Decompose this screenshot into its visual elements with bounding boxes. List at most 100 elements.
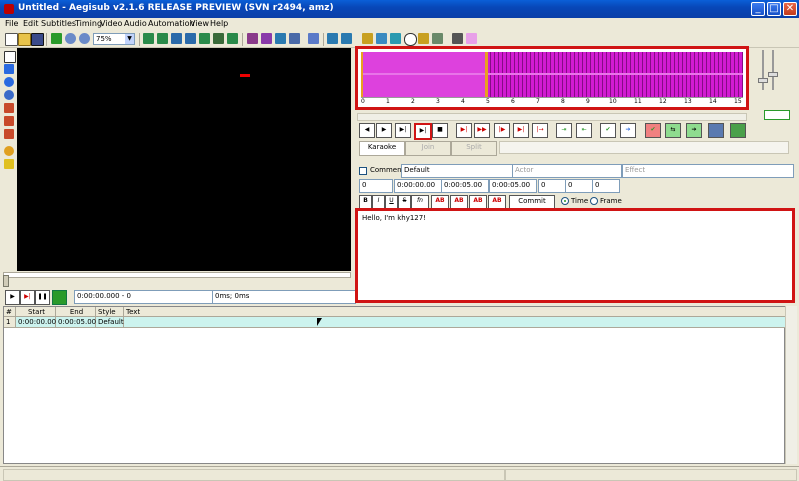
- volume-thumb[interactable]: [768, 72, 778, 77]
- standard-tool-icon[interactable]: [4, 51, 16, 63]
- subtitles-grid[interactable]: # Start End Style Text 1 0:00:00.00 0:00…: [3, 306, 786, 464]
- snap-end-icon[interactable]: [157, 33, 168, 44]
- options-icon[interactable]: [452, 33, 463, 44]
- tags-toggle-icon[interactable]: [466, 33, 477, 44]
- split-button[interactable]: Split: [451, 141, 497, 156]
- selection-end-marker[interactable]: [485, 52, 488, 97]
- play-first-500ms-button[interactable]: |▶: [494, 123, 510, 138]
- spectrum-button[interactable]: [708, 123, 724, 138]
- scale-tool-icon[interactable]: [4, 103, 14, 113]
- outline-color-button[interactable]: AB: [469, 195, 487, 209]
- menu-automation[interactable]: Automation: [148, 19, 195, 28]
- resample-icon[interactable]: [289, 33, 300, 44]
- lead-in-button[interactable]: ⇥: [556, 123, 572, 138]
- auto-scroll-button[interactable]: ➔: [686, 123, 702, 138]
- style-select[interactable]: Default: [401, 164, 513, 178]
- jump-to-icon[interactable]: [51, 33, 62, 44]
- karaoke-button[interactable]: Karaoke: [359, 141, 405, 156]
- end-time-field[interactable]: 0:00:05.00: [441, 179, 489, 193]
- minimize-button[interactable]: _: [751, 2, 765, 16]
- video-time-field[interactable]: 0:00:00.000 - 0: [74, 290, 214, 304]
- spell-check-icon[interactable]: [362, 33, 373, 44]
- duration-field[interactable]: 0:00:05.00: [489, 179, 537, 193]
- menu-file[interactable]: File: [5, 19, 18, 28]
- join-button[interactable]: Join: [405, 141, 451, 156]
- menu-edit[interactable]: Edit: [23, 19, 39, 28]
- zoom-in-icon[interactable]: [65, 33, 76, 44]
- rotate-xy-icon[interactable]: [4, 90, 14, 100]
- drag-tool-icon[interactable]: [4, 64, 14, 74]
- play-last-500ms-button[interactable]: ▶|: [513, 123, 529, 138]
- audio-display[interactable]: 0 1 2 3 4 5 6 7 8 9 10 11 12 13 14 15: [355, 46, 749, 110]
- goto-button[interactable]: ➔: [620, 123, 636, 138]
- select-visible-icon[interactable]: [171, 33, 182, 44]
- menu-video[interactable]: Video: [100, 19, 122, 28]
- prev-line-button[interactable]: ◀: [359, 123, 375, 138]
- video-icon[interactable]: [432, 33, 443, 44]
- margin-left-field[interactable]: 0: [538, 179, 566, 193]
- styles-manager-icon[interactable]: [247, 33, 258, 44]
- audio-scrollbar[interactable]: [357, 113, 747, 121]
- menu-help[interactable]: Help: [210, 19, 228, 28]
- vector-clip-icon[interactable]: [4, 129, 14, 139]
- automation-icon[interactable]: [308, 33, 319, 44]
- translation-icon[interactable]: [275, 33, 286, 44]
- play-500ms-after-button[interactable]: ▶▶: [474, 123, 490, 138]
- secondary-color-button[interactable]: AB: [450, 195, 468, 209]
- new-file-icon[interactable]: [5, 33, 18, 46]
- medusa-mode-button[interactable]: [730, 123, 746, 138]
- timing-icon[interactable]: [199, 33, 210, 44]
- next-line-button[interactable]: ▶: [376, 123, 392, 138]
- audio-zoom-sliders[interactable]: [752, 50, 792, 120]
- auto-commit-button[interactable]: ✔: [645, 123, 661, 138]
- frame-radio[interactable]: [590, 197, 598, 205]
- rotate-z-icon[interactable]: [4, 77, 14, 87]
- strikeout-button[interactable]: S: [398, 195, 411, 209]
- layer-field[interactable]: 0: [359, 179, 393, 193]
- font-button[interactable]: fn: [411, 195, 429, 209]
- play-to-end-button[interactable]: ▶|: [414, 123, 432, 140]
- chevron-down-icon[interactable]: ▼: [125, 34, 134, 44]
- video-seek-track[interactable]: [3, 272, 351, 278]
- menu-subtitles[interactable]: Subtitles: [41, 19, 76, 28]
- menu-timing[interactable]: Timing: [75, 19, 102, 28]
- video-seek-thumb[interactable]: [3, 275, 9, 287]
- auto-scroll-icon[interactable]: [52, 290, 67, 305]
- table-row[interactable]: 1 0:00:00.00 0:00:05.00 Default: [4, 317, 786, 328]
- kanji-timer-icon[interactable]: [390, 33, 401, 44]
- subtitle-text-editor[interactable]: Hello, I'm khy127!: [355, 208, 795, 303]
- app-icon[interactable]: [4, 4, 14, 14]
- lead-out-button[interactable]: ⇤: [576, 123, 592, 138]
- menu-audio[interactable]: Audio: [124, 19, 147, 28]
- play-500ms-before-button[interactable]: ▶|: [456, 123, 472, 138]
- margin-vertical-field[interactable]: 0: [592, 179, 620, 193]
- underline-button[interactable]: U: [385, 195, 398, 209]
- replace-icon[interactable]: [341, 33, 352, 44]
- italic-button[interactable]: I: [372, 195, 385, 209]
- zoom-select[interactable]: 75% ▼: [93, 33, 135, 45]
- video-display[interactable]: [17, 48, 351, 271]
- video-details-icon[interactable]: [213, 33, 224, 44]
- clock-icon[interactable]: [404, 33, 417, 46]
- effect-field[interactable]: Effect: [622, 164, 794, 178]
- shift-lines-icon[interactable]: [185, 33, 196, 44]
- selection-start-marker[interactable]: [361, 52, 363, 97]
- zoom-out-icon[interactable]: [79, 33, 90, 44]
- commit-check-button[interactable]: ✔: [600, 123, 616, 138]
- snap-start-icon[interactable]: [143, 33, 154, 44]
- clip-tool-icon[interactable]: [4, 116, 14, 126]
- video-options-icon[interactable]: [4, 146, 14, 156]
- lightbulb-icon[interactable]: [4, 159, 14, 169]
- fonts-collector-icon[interactable]: [376, 33, 387, 44]
- attachments-icon[interactable]: [261, 33, 272, 44]
- find-icon[interactable]: [327, 33, 338, 44]
- comment-checkbox[interactable]: [359, 167, 367, 175]
- pause-button[interactable]: ❚❚: [35, 290, 50, 305]
- menu-view[interactable]: View: [190, 19, 209, 28]
- link-zoom-button[interactable]: [764, 110, 790, 120]
- play-to-end-red-button[interactable]: |→: [532, 123, 548, 138]
- stop-button[interactable]: ■: [432, 123, 448, 138]
- start-time-field[interactable]: 0:00:00.00: [394, 179, 442, 193]
- commit-button[interactable]: Commit: [509, 195, 555, 209]
- play-button[interactable]: ▶: [5, 290, 20, 305]
